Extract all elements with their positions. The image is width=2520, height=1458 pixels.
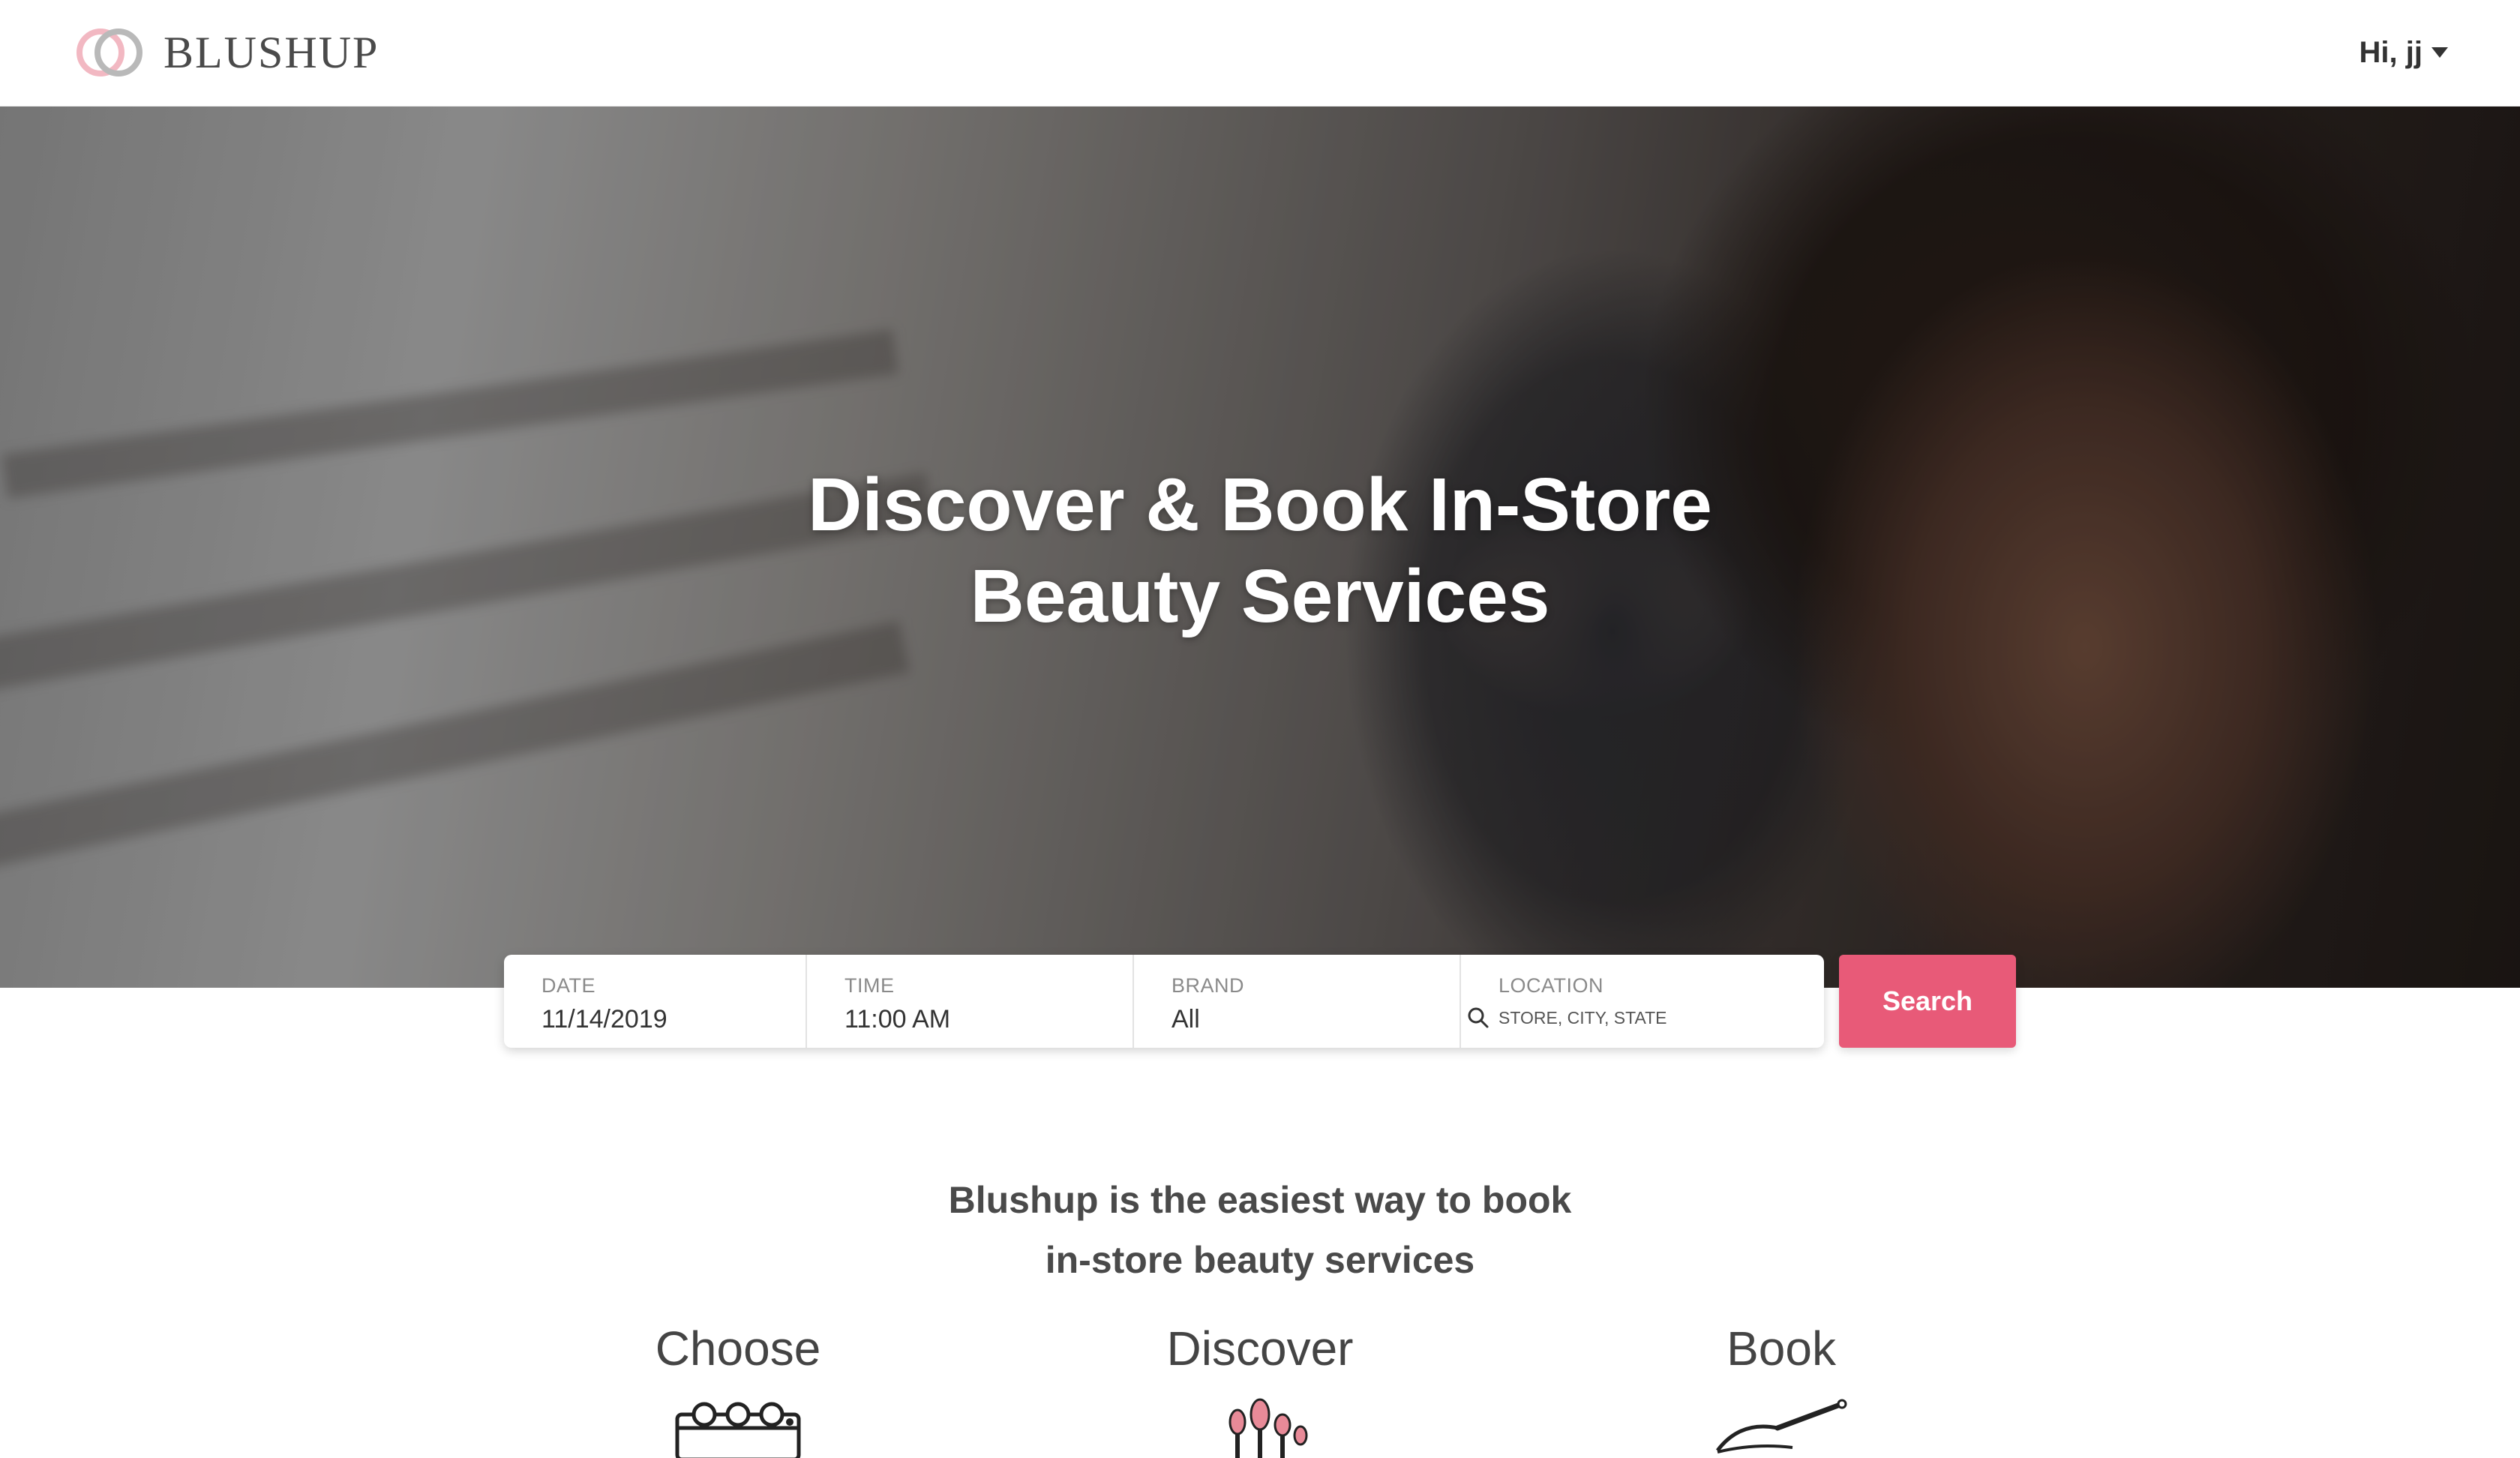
location-field[interactable]: LOCATION [1461, 955, 1824, 1048]
brand-field[interactable]: BRAND All [1134, 955, 1461, 1048]
step-choose: Choose [550, 1318, 926, 1458]
location-label: LOCATION [1498, 974, 1604, 997]
hero-title-line1: Discover & Book In-Store [808, 463, 1712, 547]
step-icon-wrap [550, 1398, 926, 1458]
makeup-brushes-icon [1228, 1398, 1308, 1458]
step-icon-wrap [1072, 1398, 1448, 1458]
tagline: Blushup is the easiest way to book in-st… [0, 1170, 2520, 1290]
step-title: Choose [655, 1322, 821, 1376]
search-icon [1468, 1007, 1489, 1028]
hero-title-line2: Beauty Services [970, 554, 1550, 638]
tagline-line1: Blushup is the easiest way to book [948, 1179, 1572, 1221]
hero-banner: Discover & Book In-Store Beauty Services [0, 106, 2520, 988]
brand-label: BRAND [1172, 974, 1245, 997]
step-title: Discover [1166, 1322, 1354, 1376]
top-nav: BLUSHUP Hi, jj [0, 0, 2520, 106]
makeup-brush-icon [1716, 1399, 1847, 1454]
hero-title: Discover & Book In-Store Beauty Services [0, 459, 2520, 642]
date-field[interactable]: DATE 11/14/2019 [504, 955, 807, 1048]
tagline-line2: in-store beauty services [1045, 1239, 1475, 1281]
time-label: TIME [844, 974, 895, 997]
user-greeting: Hi, jj [2359, 35, 2422, 69]
logo-text: BLUSHUP [164, 27, 380, 77]
date-value: 11/14/2019 [542, 1005, 668, 1034]
caret-down-icon [2432, 47, 2448, 58]
step-discover: Discover [1072, 1318, 1448, 1458]
location-input[interactable] [1490, 1007, 1790, 1028]
step-icon-wrap [1594, 1398, 1969, 1458]
step-title: Book [1726, 1322, 1836, 1376]
step-book: Book [1594, 1318, 1969, 1458]
search-button[interactable]: Search [1839, 955, 2016, 1048]
user-menu[interactable]: Hi, jj [2360, 30, 2448, 75]
makeup-palette-icon [675, 1402, 801, 1458]
date-label: DATE [542, 974, 596, 997]
search-form: DATE 11/14/2019 TIME 11:00 AM BRAND All … [504, 955, 1824, 1048]
time-field[interactable]: TIME 11:00 AM [807, 955, 1134, 1048]
blushup-logo[interactable]: BLUSHUP [74, 22, 379, 82]
time-value: 11:00 AM [844, 1005, 951, 1034]
brand-value: All [1172, 1005, 1200, 1034]
location-input-row [1467, 1006, 1824, 1029]
logo-rings-icon [76, 28, 142, 76]
